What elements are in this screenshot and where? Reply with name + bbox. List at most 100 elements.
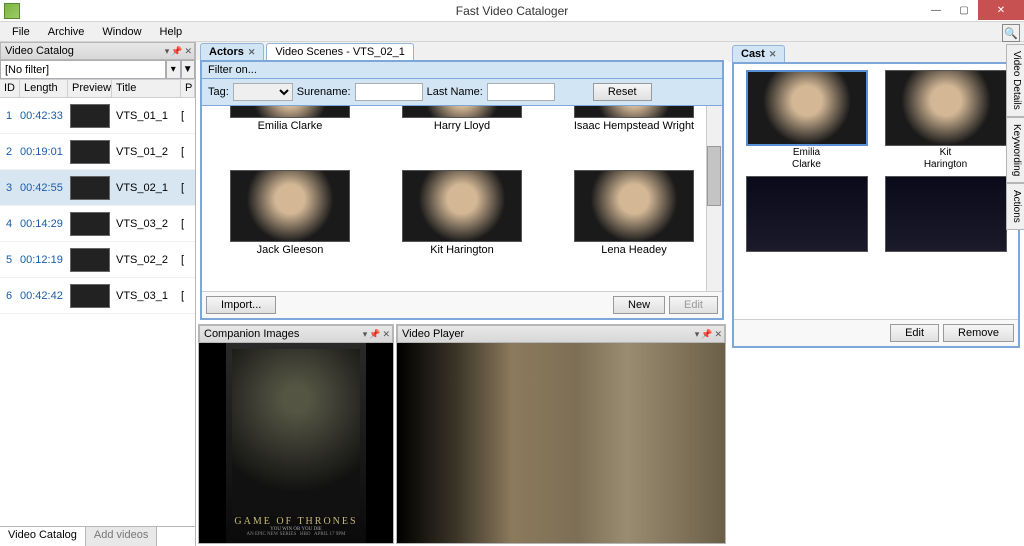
actor-name: Harry Lloyd (434, 120, 490, 132)
table-row[interactable]: 6 00:42:42 VTS_03_1 [ (0, 278, 195, 314)
menu-window[interactable]: Window (94, 24, 149, 40)
col-preview[interactable]: Preview (68, 80, 112, 97)
cast-panel: Emilia Clarke Kit Harington Edit Remove (732, 62, 1020, 348)
catalog-filter-select[interactable] (0, 60, 166, 79)
actor-cell[interactable]: Harry Lloyd (380, 112, 544, 161)
cast-thumbnail (746, 70, 868, 146)
tag-select[interactable] (233, 83, 293, 101)
video-player-panel: Video Player ▾📌✕ (396, 324, 726, 544)
poster-image[interactable]: GAME OF THRONES YOU WIN OR YOU DIE AN EP… (226, 343, 366, 543)
menu-archive[interactable]: Archive (40, 24, 93, 40)
tab-add-videos[interactable]: Add videos (86, 527, 157, 546)
video-catalog-title: Video Catalog (5, 45, 74, 57)
pin-icon[interactable]: 📌 (171, 46, 182, 57)
actor-name: Jack Gleeson (257, 244, 324, 256)
actors-panel: Filter on... Tag: Surename: Last Name: R… (200, 60, 724, 320)
catalog-filter-clear-button[interactable]: ▼ (181, 60, 196, 79)
actor-thumbnail (574, 170, 694, 242)
thumbnail (70, 284, 110, 308)
tab-video-scenes[interactable]: Video Scenes - VTS_02_1 (266, 43, 413, 60)
right-side-tabs: Video Details Keywording Actions (1006, 44, 1024, 230)
table-row[interactable]: 3 00:42:55 VTS_02_1 [ (0, 170, 195, 206)
cast-thumbnail (885, 176, 1007, 252)
col-title[interactable]: Title (112, 80, 181, 97)
dropdown-icon[interactable]: ▾ (695, 329, 700, 340)
close-icon[interactable]: ✕ (769, 49, 777, 60)
import-button[interactable]: Import... (206, 296, 276, 314)
actor-cell[interactable]: Lena Headey (552, 170, 716, 285)
search-icon[interactable]: 🔍 (1002, 24, 1020, 42)
surename-input[interactable] (355, 83, 423, 101)
close-panel-icon[interactable]: ✕ (184, 46, 192, 57)
cast-thumbnail (885, 70, 1007, 146)
actor-thumbnail (230, 106, 350, 118)
cast-cell[interactable] (740, 176, 873, 254)
cast-cell[interactable]: Emilia Clarke (740, 70, 873, 170)
actor-thumbnail (230, 170, 350, 242)
app-icon (4, 3, 20, 19)
menubar: File Archive Window Help (0, 22, 1024, 42)
side-tab-actions[interactable]: Actions (1006, 183, 1024, 230)
menu-file[interactable]: File (4, 24, 38, 40)
actor-grid: Emilia Clarke Harry Lloyd Isaac Hempstea… (202, 106, 722, 291)
player-header: Video Player ▾📌✕ (397, 325, 725, 343)
side-tab-video-details[interactable]: Video Details (1006, 44, 1024, 117)
thumbnail (70, 104, 110, 128)
cast-firstname: Kit (940, 147, 952, 158)
actor-thumbnail (402, 106, 522, 118)
dropdown-icon[interactable]: ▾ (165, 46, 170, 57)
actor-cell[interactable]: Emilia Clarke (208, 112, 372, 161)
close-icon[interactable]: ✕ (248, 47, 256, 58)
pin-icon[interactable]: 📌 (701, 329, 712, 340)
reset-button[interactable]: Reset (593, 83, 652, 101)
dropdown-icon[interactable]: ▾ (363, 329, 368, 340)
table-row[interactable]: 4 00:14:29 VTS_03_2 [ (0, 206, 195, 242)
close-panel-icon[interactable]: ✕ (714, 329, 722, 340)
maximize-button[interactable]: ▢ (950, 0, 978, 20)
catalog-body: 1 00:42:33 VTS_01_1 [2 00:19:01 VTS_01_2… (0, 98, 195, 526)
actor-scrollbar[interactable] (706, 106, 722, 291)
tab-video-catalog[interactable]: Video Catalog (0, 527, 86, 546)
tab-cast[interactable]: Cast✕ (732, 45, 785, 62)
actor-thumbnail (402, 170, 522, 242)
side-tab-keywording[interactable]: Keywording (1006, 117, 1024, 183)
cast-grid: Emilia Clarke Kit Harington (734, 64, 1018, 319)
video-catalog-header: Video Catalog ▾📌✕ (0, 42, 195, 60)
cast-thumbnail (746, 176, 868, 252)
video-player-view[interactable] (397, 343, 725, 543)
new-button[interactable]: New (613, 296, 665, 314)
edit-actor-button[interactable]: Edit (669, 296, 718, 314)
actor-cell[interactable]: Isaac Hempstead Wright (552, 112, 716, 161)
col-p[interactable]: P (181, 80, 195, 97)
remove-cast-button[interactable]: Remove (943, 324, 1014, 342)
edit-cast-button[interactable]: Edit (890, 324, 939, 342)
catalog-filter-dropdown-icon[interactable]: ▾ (166, 60, 181, 79)
minimize-button[interactable]: — (922, 0, 950, 20)
close-panel-icon[interactable]: ✕ (382, 329, 390, 340)
companion-panel: Companion Images ▾📌✕ GAME OF THRONES YOU… (198, 324, 394, 544)
col-length[interactable]: Length (20, 80, 68, 97)
close-button[interactable]: ✕ (978, 0, 1024, 20)
actor-thumbnail (574, 106, 694, 118)
cast-cell[interactable]: Kit Harington (879, 70, 1012, 170)
cast-cell[interactable] (879, 176, 1012, 254)
col-id[interactable]: ID (0, 80, 20, 97)
titlebar: Fast Video Cataloger — ▢ ✕ (0, 0, 1024, 22)
window-controls: — ▢ ✕ (922, 0, 1024, 20)
cast-firstname: Emilia (793, 147, 820, 158)
table-row[interactable]: 1 00:42:33 VTS_01_1 [ (0, 98, 195, 134)
lastname-label: Last Name: (427, 86, 483, 98)
menu-help[interactable]: Help (152, 24, 191, 40)
actor-name: Lena Headey (601, 244, 666, 256)
pin-icon[interactable]: 📌 (369, 329, 380, 340)
actor-cell[interactable]: Jack Gleeson (208, 170, 372, 285)
actor-name: Isaac Hempstead Wright (574, 120, 694, 132)
thumbnail (70, 212, 110, 236)
lastname-input[interactable] (487, 83, 555, 101)
tab-actors[interactable]: Actors✕ (200, 43, 264, 60)
actor-cell[interactable]: Kit Harington (380, 170, 544, 285)
filter-on-label: Filter on... (202, 62, 722, 79)
thumbnail (70, 248, 110, 272)
table-row[interactable]: 5 00:12:19 VTS_02_2 [ (0, 242, 195, 278)
table-row[interactable]: 2 00:19:01 VTS_01_2 [ (0, 134, 195, 170)
